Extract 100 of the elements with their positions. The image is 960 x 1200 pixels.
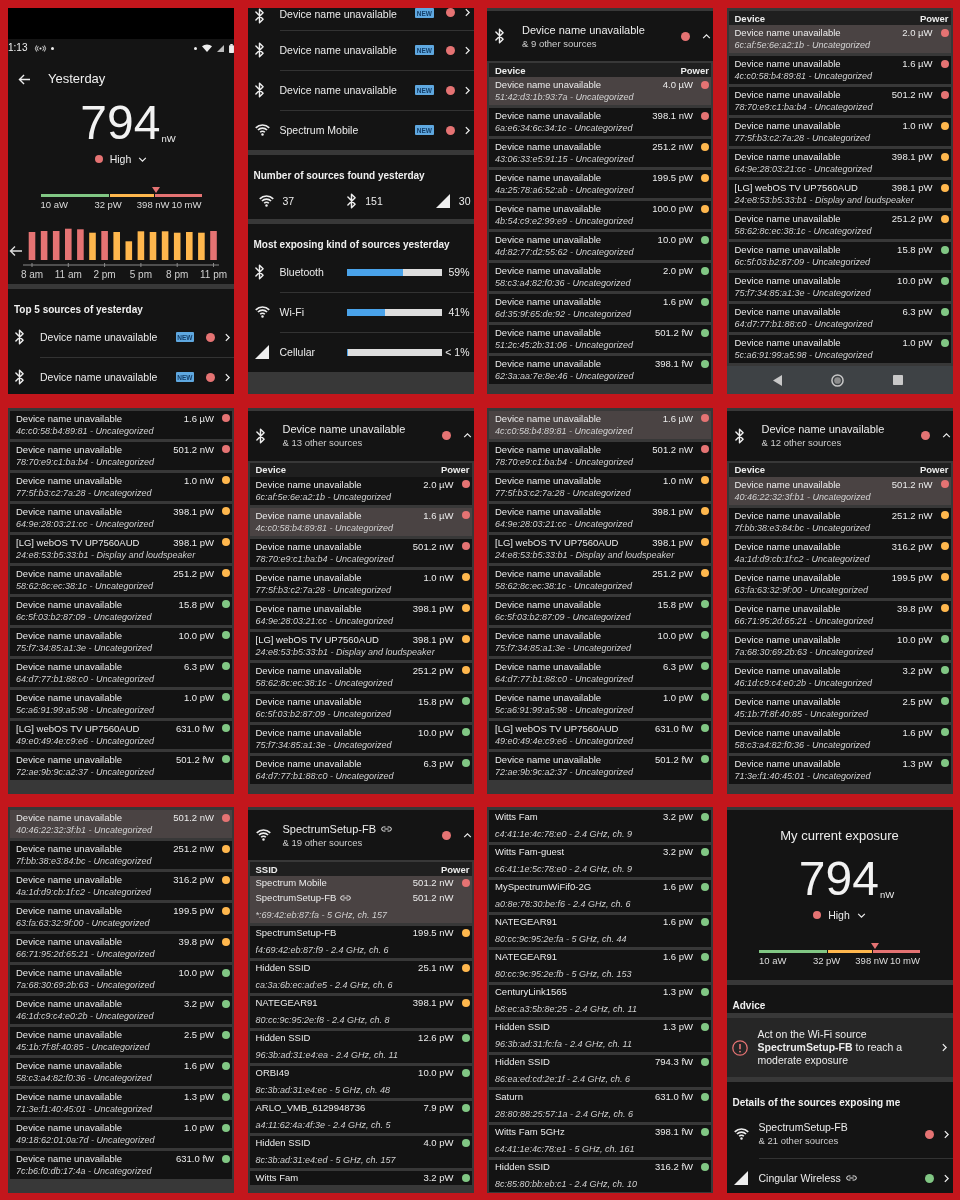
device-row[interactable]: Device name unavailable 6.3 pW 64:d7:77:b1:88:c0 - Uncategorized: [249, 755, 472, 784]
device-row[interactable]: Device name unavailable 398.1 pW 64:9e:28:03:21:cc - Uncategorized: [249, 600, 472, 629]
device-row[interactable]: Device name unavailable 251.2 pW 58:62:8c:ec:38:1c - Uncategorized: [249, 662, 472, 691]
chevron-up-icon[interactable]: [462, 433, 472, 438]
chevron-right-icon[interactable]: [943, 1129, 949, 1139]
device-row[interactable]: Device name unavailable 251.2 pW 58:62:8c:ec:38:1c - Uncategorized: [10, 565, 232, 594]
network-row[interactable]: NATEGEAR91 398.1 pW 80:cc:9c:95:2e:f8 - 2.4 GHz, ch. 8: [249, 996, 472, 1028]
device-row[interactable]: Device name unavailable 501.2 nW 78:70:e9:c1:ba:b4 - Uncategorized: [489, 441, 711, 470]
back-arrow-icon[interactable]: [18, 73, 31, 85]
device-row[interactable]: Device name unavailable 6.3 pW 64:d7:77:b1:88:c0 - Uncategorized: [728, 304, 951, 332]
device-row[interactable]: Device name unavailable 398.1 pW 64:9e:28:03:21:cc - Uncategorized: [10, 503, 232, 532]
device-row[interactable]: Device name unavailable 1.6 µW 4c:c0:58:b4:89:81 - Uncategorized: [728, 56, 951, 84]
device-row[interactable]: Device name unavailable 3.2 pW 46:1d:c9:c4:e0:2b - Uncategorized: [728, 662, 951, 691]
device-row[interactable]: Device name unavailable 10.0 pW 4d:82:77:d2:55:62 - Uncategorized: [489, 232, 711, 260]
device-row[interactable]: Device name unavailable 10.0 pW 7a:68:30:69:2b:63 - Uncategorized: [10, 965, 232, 993]
network-row[interactable]: MySpectrumWiFif0-2G 1.6 pW a0:8e:78:30:be:f6 - 2.4 GHz, ch. 6: [489, 880, 711, 912]
network-row[interactable]: CenturyLink1565 1.3 pW b8:ec:a3:5b:8e:25 - 2.4 GHz, ch. 11: [489, 985, 711, 1017]
network-row[interactable]: Hidden SSID 12.6 pW 96:3b:ad:31:e4:ea - 2.4 GHz, ch. 11: [249, 1031, 472, 1063]
device-row[interactable]: Device name unavailable 4.0 µW 51:42:d3:1b:93:7a - Uncategorized: [489, 77, 711, 105]
chevron-right-icon[interactable]: [225, 372, 230, 382]
chevron-right-icon[interactable]: [464, 85, 470, 95]
device-row[interactable]: Device name unavailable 1.0 nW 77:5f:b3:c2:7a:28 - Uncategorized: [10, 472, 232, 501]
chevron-right-icon[interactable]: [464, 45, 470, 55]
device-row[interactable]: Device name unavailable 10.0 pW 75:f7:34:85:a1:3e - Uncategorized: [249, 724, 472, 753]
device-row[interactable]: Device name unavailable 10.0 pW 75:f7:34:85:a1:3e - Uncategorized: [10, 627, 232, 656]
device-row[interactable]: Device name unavailable 1.6 pW 58:c3:a4:82:f0:36 - Uncategorized: [10, 1058, 232, 1086]
device-row[interactable]: Device name unavailable 6.3 pW 64:d7:77:b1:88:c0 - Uncategorized: [489, 658, 711, 687]
chevron-up-icon[interactable]: [462, 832, 472, 838]
source-row[interactable]: SpectrumSetup-FB & 21 other sources: [726, 1110, 953, 1158]
device-row[interactable]: Device name unavailable 1.3 pW 71:3e:f1:40:45:01 - Uncategorized: [10, 1089, 232, 1117]
device-row[interactable]: Device name unavailable 3.2 pW 46:1d:c9:c4:e0:2b - Uncategorized: [10, 996, 232, 1024]
device-row[interactable]: Device name unavailable 10.0 pW 7a:68:30:69:2b:63 - Uncategorized: [728, 631, 951, 660]
device-row[interactable]: Device name unavailable 1.6 µW 4c:c0:58:b4:89:81 - Uncategorized: [10, 410, 232, 439]
back-icon[interactable]: [772, 374, 782, 386]
network-row[interactable]: Hidden SSID 1.3 pW 96:3b:ad:31:fc:fa - 2.4 GHz, ch. 11: [489, 1020, 711, 1052]
network-row[interactable]: Witts Fam-guest 3.2 pW c6:41:1e:5c:78:e0 - 2.4 GHz, ch. 9: [489, 845, 711, 877]
network-row[interactable]: ARLO_VMB_6129948736 7.9 pW a4:11:62:4a:4f:3e - 2.4 GHz, ch. 5: [249, 1101, 472, 1133]
device-row[interactable]: Device name unavailable 1.0 pW 5c:a6:91:99:a5:98 - Uncategorized: [489, 689, 711, 718]
device-row[interactable]: Device name unavailable 501.2 fW 72:ae:9b:9c:a2:37 - Uncategorized: [10, 751, 232, 780]
network-row[interactable]: Hidden SSID 4.0 pW 8c:3b:ad:31:e4:ed - 5 GHz, ch. 157: [249, 1136, 472, 1168]
network-row[interactable]: Witts Fam 3.2 pW: [249, 1171, 472, 1185]
device-row[interactable]: Device name unavailable 251.2 nW 7f:bb:38:e3:84:bc - Uncategorized: [728, 507, 951, 536]
device-row[interactable]: [LG] webOS TV UP7560AUD 398.1 pW 24:e8:53:b5:33:b1 - Display and loudspeaker: [10, 534, 232, 563]
device-row[interactable]: Device name unavailable 15.8 pW 6c:5f:03:b2:87:09 - Uncategorized: [489, 596, 711, 625]
device-row[interactable]: [LG] webOS TV UP7560AUD 398.1 pW 24:e8:53:b5:33:b1 - Display and loudspeaker: [249, 631, 472, 660]
device-row[interactable]: Device name unavailable 15.8 pW 6c:5f:03:b2:87:09 - Uncategorized: [10, 596, 232, 625]
device-row[interactable]: Device name unavailable 39.8 pW 66:71:95:2d:65:21 - Uncategorized: [10, 934, 232, 962]
device-row[interactable]: Device name unavailable 501.2 nW 78:70:e9:c1:ba:b4 - Uncategorized: [10, 441, 232, 470]
network-row[interactable]: Hidden SSID 316.2 fW 8c:85:80:bb:eb:c1 - 2.4 GHz, ch. 10: [489, 1160, 711, 1192]
exposure-level-dropdown[interactable]: High: [94, 151, 148, 167]
device-row[interactable]: Device name unavailable 398.1 pW 64:9e:28:03:21:cc - Uncategorized: [728, 149, 951, 177]
device-row[interactable]: Device name unavailable 199.5 pW 63:fa:63:32:9f:00 - Uncategorized: [10, 903, 232, 931]
chevron-up-icon[interactable]: [702, 33, 711, 39]
chevron-up-icon[interactable]: [941, 433, 951, 438]
exposure-level-dropdown[interactable]: High: [813, 907, 866, 923]
device-row[interactable]: Device name unavailable 39.8 pW 66:71:95:2d:65:21 - Uncategorized: [728, 600, 951, 629]
device-row[interactable]: Device name unavailable 2.0 µW 6c:af:5e:6e:a2:1b - Uncategorized: [728, 25, 951, 53]
network-row[interactable]: Hidden SSID 794.3 fW 86:ea:ed:cd:2e:1f - 2.4 GHz, ch. 6: [489, 1055, 711, 1087]
chevron-right-icon[interactable]: [464, 8, 470, 17]
source-group-header[interactable]: Device name unavailable & 13 other sources: [247, 410, 474, 461]
device-row[interactable]: Device name unavailable 1.0 pW 49:18:62:01:0a:7d - Uncategorized: [10, 1120, 232, 1148]
home-icon[interactable]: [830, 373, 844, 387]
chevron-right-icon[interactable]: [941, 1043, 947, 1052]
network-row[interactable]: Hidden SSID 25.1 nW ca:3a:6b:ec:ad:e5 - 2.4 GHz, ch. 6: [249, 961, 472, 993]
device-row[interactable]: Device name unavailable 501.2 fW 72:ae:9b:9c:a2:37 - Uncategorized: [489, 751, 711, 780]
device-row[interactable]: Device name unavailable 1.0 pW 5c:a6:91:99:a5:98 - Uncategorized: [728, 335, 951, 363]
device-row[interactable]: Device name unavailable 251.2 pW 58:62:8c:ec:38:1c - Uncategorized: [489, 565, 711, 594]
network-row[interactable]: Witts Fam 3.2 pW c4:41:1e:4c:78:e0 - 2.4 GHz, ch. 9: [489, 810, 711, 842]
device-row[interactable]: Device name unavailable 2.0 µW 6c:af:5e:6e:a2:1b - Uncategorized: [249, 476, 472, 505]
device-row[interactable]: Device name unavailable 501.2 nW 40:46:22:32:3f:b1 - Uncategorized: [728, 476, 951, 505]
device-row[interactable]: Device name unavailable 1.6 µW 4c:c0:58:b4:89:81 - Uncategorized: [249, 507, 472, 536]
device-row[interactable]: Device name unavailable 398.1 pW 64:9e:28:03:21:cc - Uncategorized: [489, 503, 711, 532]
network-row[interactable]: ORBI49 10.0 pW 8c:3b:ad:31:e4:ec - 5 GHz, ch. 48: [249, 1066, 472, 1098]
recents-icon[interactable]: [892, 375, 903, 385]
device-row[interactable]: Device name unavailable 1.6 pW 6d:35:9f:65:de:92 - Uncategorized: [489, 294, 711, 322]
device-row[interactable]: Device name unavailable 199.5 pW 63:fa:63:32:9f:00 - Uncategorized: [728, 569, 951, 598]
device-row[interactable]: Device name unavailable 398.1 fW 62:3a:aa:7e:8e:46 - Uncategorized: [489, 356, 711, 384]
device-row[interactable]: Device name unavailable 251.2 pW 58:62:8c:ec:38:1c - Uncategorized: [728, 211, 951, 239]
device-row[interactable]: Device name unavailable 1.0 pW 5c:a6:91:99:a5:98 - Uncategorized: [10, 689, 232, 718]
device-row[interactable]: Device name unavailable 15.8 pW 6c:5f:03:b2:87:09 - Uncategorized: [249, 693, 472, 722]
device-row[interactable]: Device name unavailable 1.0 nW 77:5f:b3:c2:7a:28 - Uncategorized: [249, 569, 472, 598]
device-row[interactable]: Device name unavailable 2.5 pW 45:1b:7f:8f:40:85 - Uncategorized: [728, 693, 951, 722]
device-row[interactable]: Device name unavailable 10.0 pW 75:f7:34:85:a1:3e - Uncategorized: [489, 627, 711, 656]
network-row[interactable]: Witts Fam 5GHz 398.1 fW c4:41:1e:4c:78:e1 - 5 GHz, ch. 161: [489, 1125, 711, 1157]
chevron-right-icon[interactable]: [225, 332, 230, 342]
device-row[interactable]: Device name unavailable 15.8 pW 6c:5f:03:b2:87:09 - Uncategorized: [728, 242, 951, 270]
device-row[interactable]: [LG] webOS TV UP7560AUD 631.0 fW 49:e0:49:4e:c9:e6 - Uncategorized: [489, 720, 711, 749]
device-row[interactable]: Device name unavailable 1.6 µW 4c:c0:58:b4:89:81 - Uncategorized: [489, 410, 711, 439]
chevron-right-icon[interactable]: [943, 1173, 949, 1183]
source-group-header[interactable]: Device name unavailable & 9 other sources: [487, 11, 713, 61]
network-row[interactable]: SpectrumSetup-FB 199.5 nW f4:69:42:eb:87:f9 - 2.4 GHz, ch. 6: [249, 926, 472, 958]
device-row[interactable]: Device name unavailable 100.0 pW 4b:54:c9:e2:99:e9 - Uncategorized: [489, 201, 711, 229]
device-row[interactable]: Device name unavailable 199.5 pW 4a:25:78:a6:52:ab - Uncategorized: [489, 170, 711, 198]
device-row[interactable]: Device name unavailable 316.2 pW 4a:1d:d9:cb:1f:c2 - Uncategorized: [728, 538, 951, 567]
device-row[interactable]: [LG] webOS TV UP7560AUD 398.1 pW 24:e8:53:b5:33:b1 - Display and loudspeaker: [489, 534, 711, 563]
device-row[interactable]: Device name unavailable 501.2 nW 40:46:22:32:3f:b1 - Uncategorized: [10, 810, 232, 838]
device-row[interactable]: [LG] webOS TV UP7560AUD 398.1 pW 24:e8:53:b5:33:b1 - Display and loudspeaker: [728, 180, 951, 208]
advice-card[interactable]: Act on the Wi-Fi source SpectrumSetup-FB to reach a moderate exposure: [726, 1018, 953, 1077]
network-row[interactable]: NATEGEAR91 1.6 pW 80:cc:9c:95:2e:fa - 5 GHz, ch. 44: [489, 915, 711, 947]
device-row[interactable]: Device name unavailable 2.5 pW 45:1b:7f:8f:40:85 - Uncategorized: [10, 1027, 232, 1055]
